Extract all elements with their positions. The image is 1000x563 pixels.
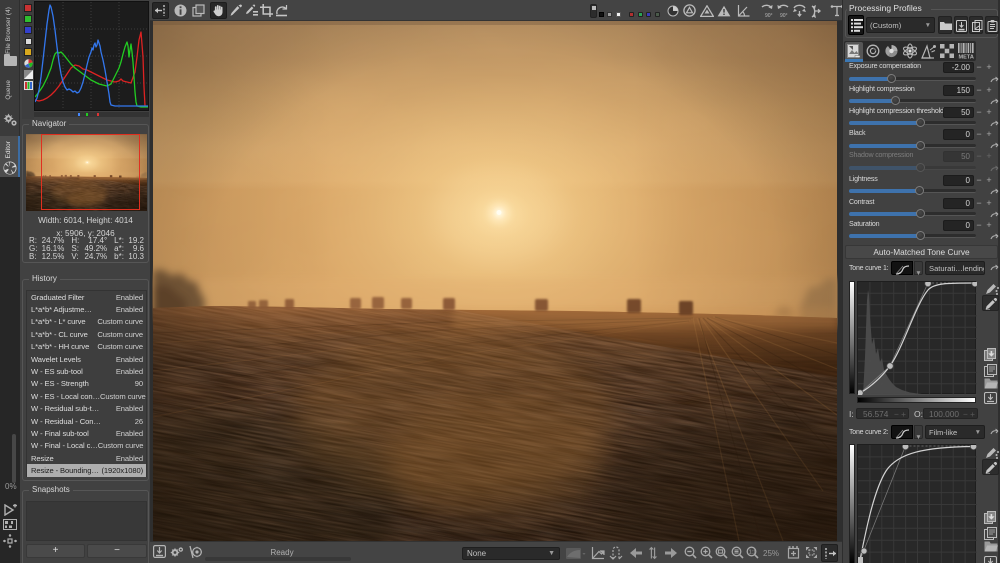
svg-text:90°: 90°: [780, 13, 788, 18]
svg-text:90°: 90°: [765, 13, 773, 18]
svg-text:META: META: [959, 55, 974, 60]
